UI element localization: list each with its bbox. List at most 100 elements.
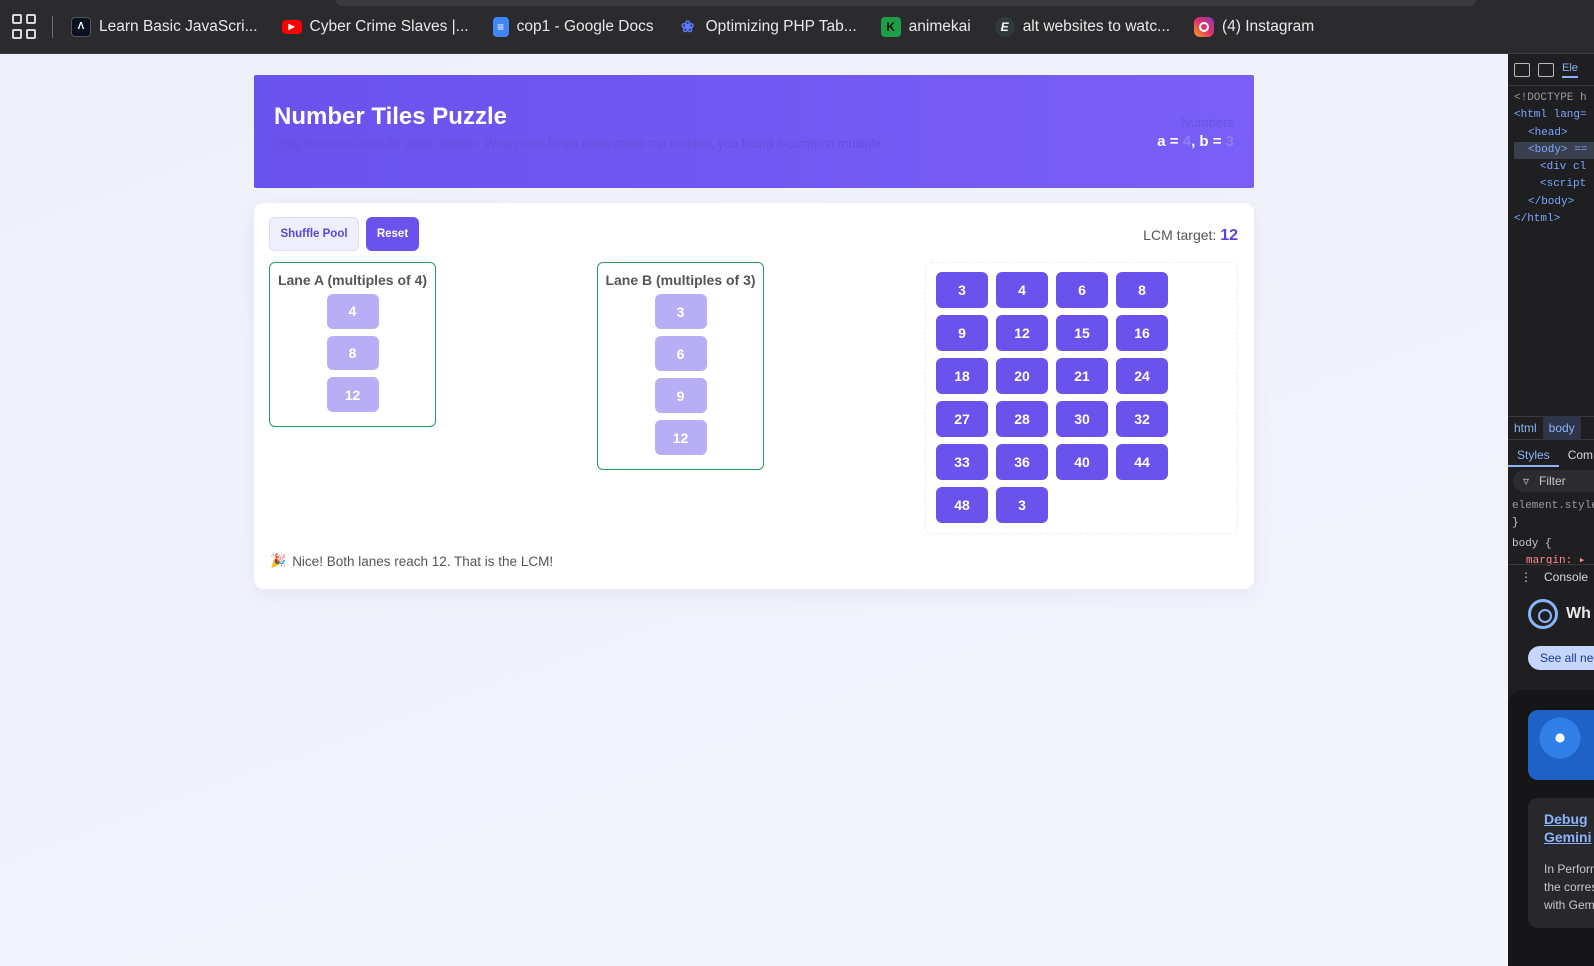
bookmark-label: animekai xyxy=(908,17,971,35)
feature-link[interactable]: Debug xyxy=(1544,810,1594,828)
bookmarks-divider xyxy=(52,15,53,38)
filter-icon: ▿ xyxy=(1523,474,1530,488)
see-all-button[interactable]: See all ne xyxy=(1528,646,1594,670)
a-prefix: a = xyxy=(1157,133,1183,150)
lane-tile[interactable]: 12 xyxy=(654,420,707,455)
pool-tile[interactable]: 8 xyxy=(1116,272,1168,308)
pool-tile[interactable]: 12 xyxy=(996,315,1048,351)
bookmark-label: (4) Instagram xyxy=(1222,17,1315,35)
device-toolbar-icon[interactable] xyxy=(1538,62,1554,77)
bookmark-optimizing-php[interactable]: ❀ Optimizing PHP Tab... xyxy=(678,17,857,37)
pool-tile[interactable]: 9 xyxy=(936,315,988,351)
style-rule: } xyxy=(1512,517,1519,529)
pool-tile[interactable]: 18 xyxy=(936,358,988,394)
bookmark-learn-javascript[interactable]: Λ Learn Basic JavaScri... xyxy=(71,16,258,37)
dom-node[interactable]: <div cl xyxy=(1514,159,1594,176)
dom-node[interactable]: <script xyxy=(1514,176,1594,193)
lane-b[interactable]: Lane B (multiples of 3) 3 6 9 12 xyxy=(597,262,764,470)
console-drawer-tab[interactable]: ⋮ Console xyxy=(1508,564,1594,588)
lane-tile[interactable]: 6 xyxy=(654,336,707,371)
pool-tile[interactable]: 3 xyxy=(996,487,1048,523)
pool-tile[interactable]: 20 xyxy=(996,358,1048,394)
bookmark-label: alt websites to watc... xyxy=(1022,17,1170,35)
code-logo-icon: Λ xyxy=(71,16,91,37)
bookmark-label: Cyber Crime Slaves |... xyxy=(309,17,469,35)
dom-node[interactable]: </body> xyxy=(1514,194,1594,211)
dom-node[interactable]: </html> xyxy=(1514,211,1594,228)
feature-card: Debug Gemini In Perform the corres with … xyxy=(1528,798,1594,928)
b-value: 3 xyxy=(1225,133,1234,150)
bookmark-google-docs[interactable]: ≡ cop1 - Google Docs xyxy=(492,16,654,37)
lcm-value: 12 xyxy=(1220,227,1238,244)
whats-new-heading: Wh xyxy=(1528,599,1591,629)
more-options-icon[interactable]: ⋮ xyxy=(1520,570,1532,584)
reset-button[interactable]: Reset xyxy=(366,217,419,251)
b-prefix: , b = xyxy=(1191,133,1226,150)
dom-node[interactable]: <!DOCTYPE h xyxy=(1514,90,1594,107)
dom-node[interactable]: <html lang= xyxy=(1514,107,1594,124)
lane-a[interactable]: Lane A (multiples of 4) 4 8 12 xyxy=(269,262,436,427)
lane-tile[interactable]: 12 xyxy=(326,377,379,413)
tab-computed[interactable]: Com xyxy=(1559,443,1594,467)
pool-tile[interactable]: 6 xyxy=(1056,272,1108,308)
pool-tile[interactable]: 16 xyxy=(1116,315,1168,351)
pool-tile[interactable]: 21 xyxy=(1056,358,1108,394)
tab-styles[interactable]: Styles xyxy=(1508,443,1559,467)
dom-node-selected[interactable]: <body> == xyxy=(1514,141,1594,160)
google-docs-icon: ≡ xyxy=(492,16,509,37)
dom-node[interactable]: <head> xyxy=(1514,125,1594,142)
bookmark-label: cop1 - Google Docs xyxy=(516,17,654,35)
tab-elements[interactable]: Ele xyxy=(1562,62,1578,78)
dom-tree[interactable]: <!DOCTYPE h <html lang= <head> <body> ==… xyxy=(1508,86,1594,228)
pool-tile[interactable]: 24 xyxy=(1116,358,1168,394)
bookmark-cyber-crime[interactable]: ▶ Cyber Crime Slaves |... xyxy=(281,17,469,36)
inspect-element-icon[interactable] xyxy=(1514,62,1530,77)
lcm-target: LCM target: 12 xyxy=(1143,227,1238,245)
pool-tile[interactable]: 36 xyxy=(996,444,1048,480)
pool-tile[interactable]: 48 xyxy=(936,487,988,523)
feature-text-line: In Perform xyxy=(1544,862,1594,876)
pool-tile[interactable]: 32 xyxy=(1116,401,1168,437)
devtools-breadcrumb: html body xyxy=(1508,416,1594,440)
feature-link[interactable]: Gemini xyxy=(1544,828,1594,846)
feature-text-line: with Gem xyxy=(1544,898,1594,912)
lane-tile[interactable]: 4 xyxy=(326,294,379,329)
filter-placeholder: Filter xyxy=(1539,474,1566,488)
lane-tile[interactable]: 8 xyxy=(326,335,379,371)
pool-tile[interactable]: 3 xyxy=(936,272,988,308)
status-message-text: Nice! Both lanes reach 12. That is the L… xyxy=(292,553,554,569)
numbers-display: a = 4, b = 3 xyxy=(1157,133,1234,150)
tile-pool[interactable]: 3 4 6 8 9 12 15 16 18 20 21 24 27 28 30 … xyxy=(925,262,1238,534)
status-message: 🎉 Nice! Both lanes reach 12. That is the… xyxy=(270,553,553,569)
lane-tile[interactable]: 9 xyxy=(654,378,707,413)
page-title: Number Tiles Puzzle xyxy=(274,103,507,130)
apps-grid-icon[interactable] xyxy=(12,13,38,40)
e-logo-icon: E xyxy=(994,16,1015,37)
pool-tile[interactable]: 40 xyxy=(1056,444,1108,480)
bookmark-animekai[interactable]: K animekai xyxy=(880,16,971,37)
whats-new-panel: Debug Gemini In Perform the corres with … xyxy=(1508,690,1594,966)
pool-tile[interactable]: 30 xyxy=(1056,401,1108,437)
lane-tile[interactable]: 3 xyxy=(654,294,707,329)
pool-tile[interactable]: 4 xyxy=(996,272,1048,308)
pool-tile[interactable]: 44 xyxy=(1116,444,1168,480)
bookmark-alt-websites[interactable]: E alt websites to watc... xyxy=(994,16,1170,37)
shuffle-pool-button[interactable]: Shuffle Pool xyxy=(269,217,359,251)
feature-thumbnail xyxy=(1528,710,1594,780)
pool-tile[interactable]: 28 xyxy=(996,401,1048,437)
game-board: Shuffle Pool Reset LCM target: 12 Lane A… xyxy=(254,203,1254,589)
breadcrumb-html[interactable]: html xyxy=(1508,416,1543,440)
breadcrumb-body[interactable]: body xyxy=(1542,416,1581,440)
bookmark-instagram[interactable]: (4) Instagram xyxy=(1194,16,1315,37)
style-rule: body { xyxy=(1512,538,1552,550)
pool-tile[interactable]: 15 xyxy=(1056,315,1108,351)
pool-tile[interactable]: 33 xyxy=(936,444,988,480)
styles-filter-input[interactable]: ▿ Filter xyxy=(1513,470,1594,492)
tab-strip-edge xyxy=(336,0,1476,6)
bookmark-label: Learn Basic JavaScri... xyxy=(99,17,258,35)
console-label: Console xyxy=(1544,570,1589,584)
pool-tile[interactable]: 27 xyxy=(936,401,988,437)
devtools-panel: Ele <!DOCTYPE h <html lang= <head> <body… xyxy=(1508,54,1594,966)
bookmark-label: Optimizing PHP Tab... xyxy=(705,17,857,35)
instagram-icon xyxy=(1194,16,1214,37)
